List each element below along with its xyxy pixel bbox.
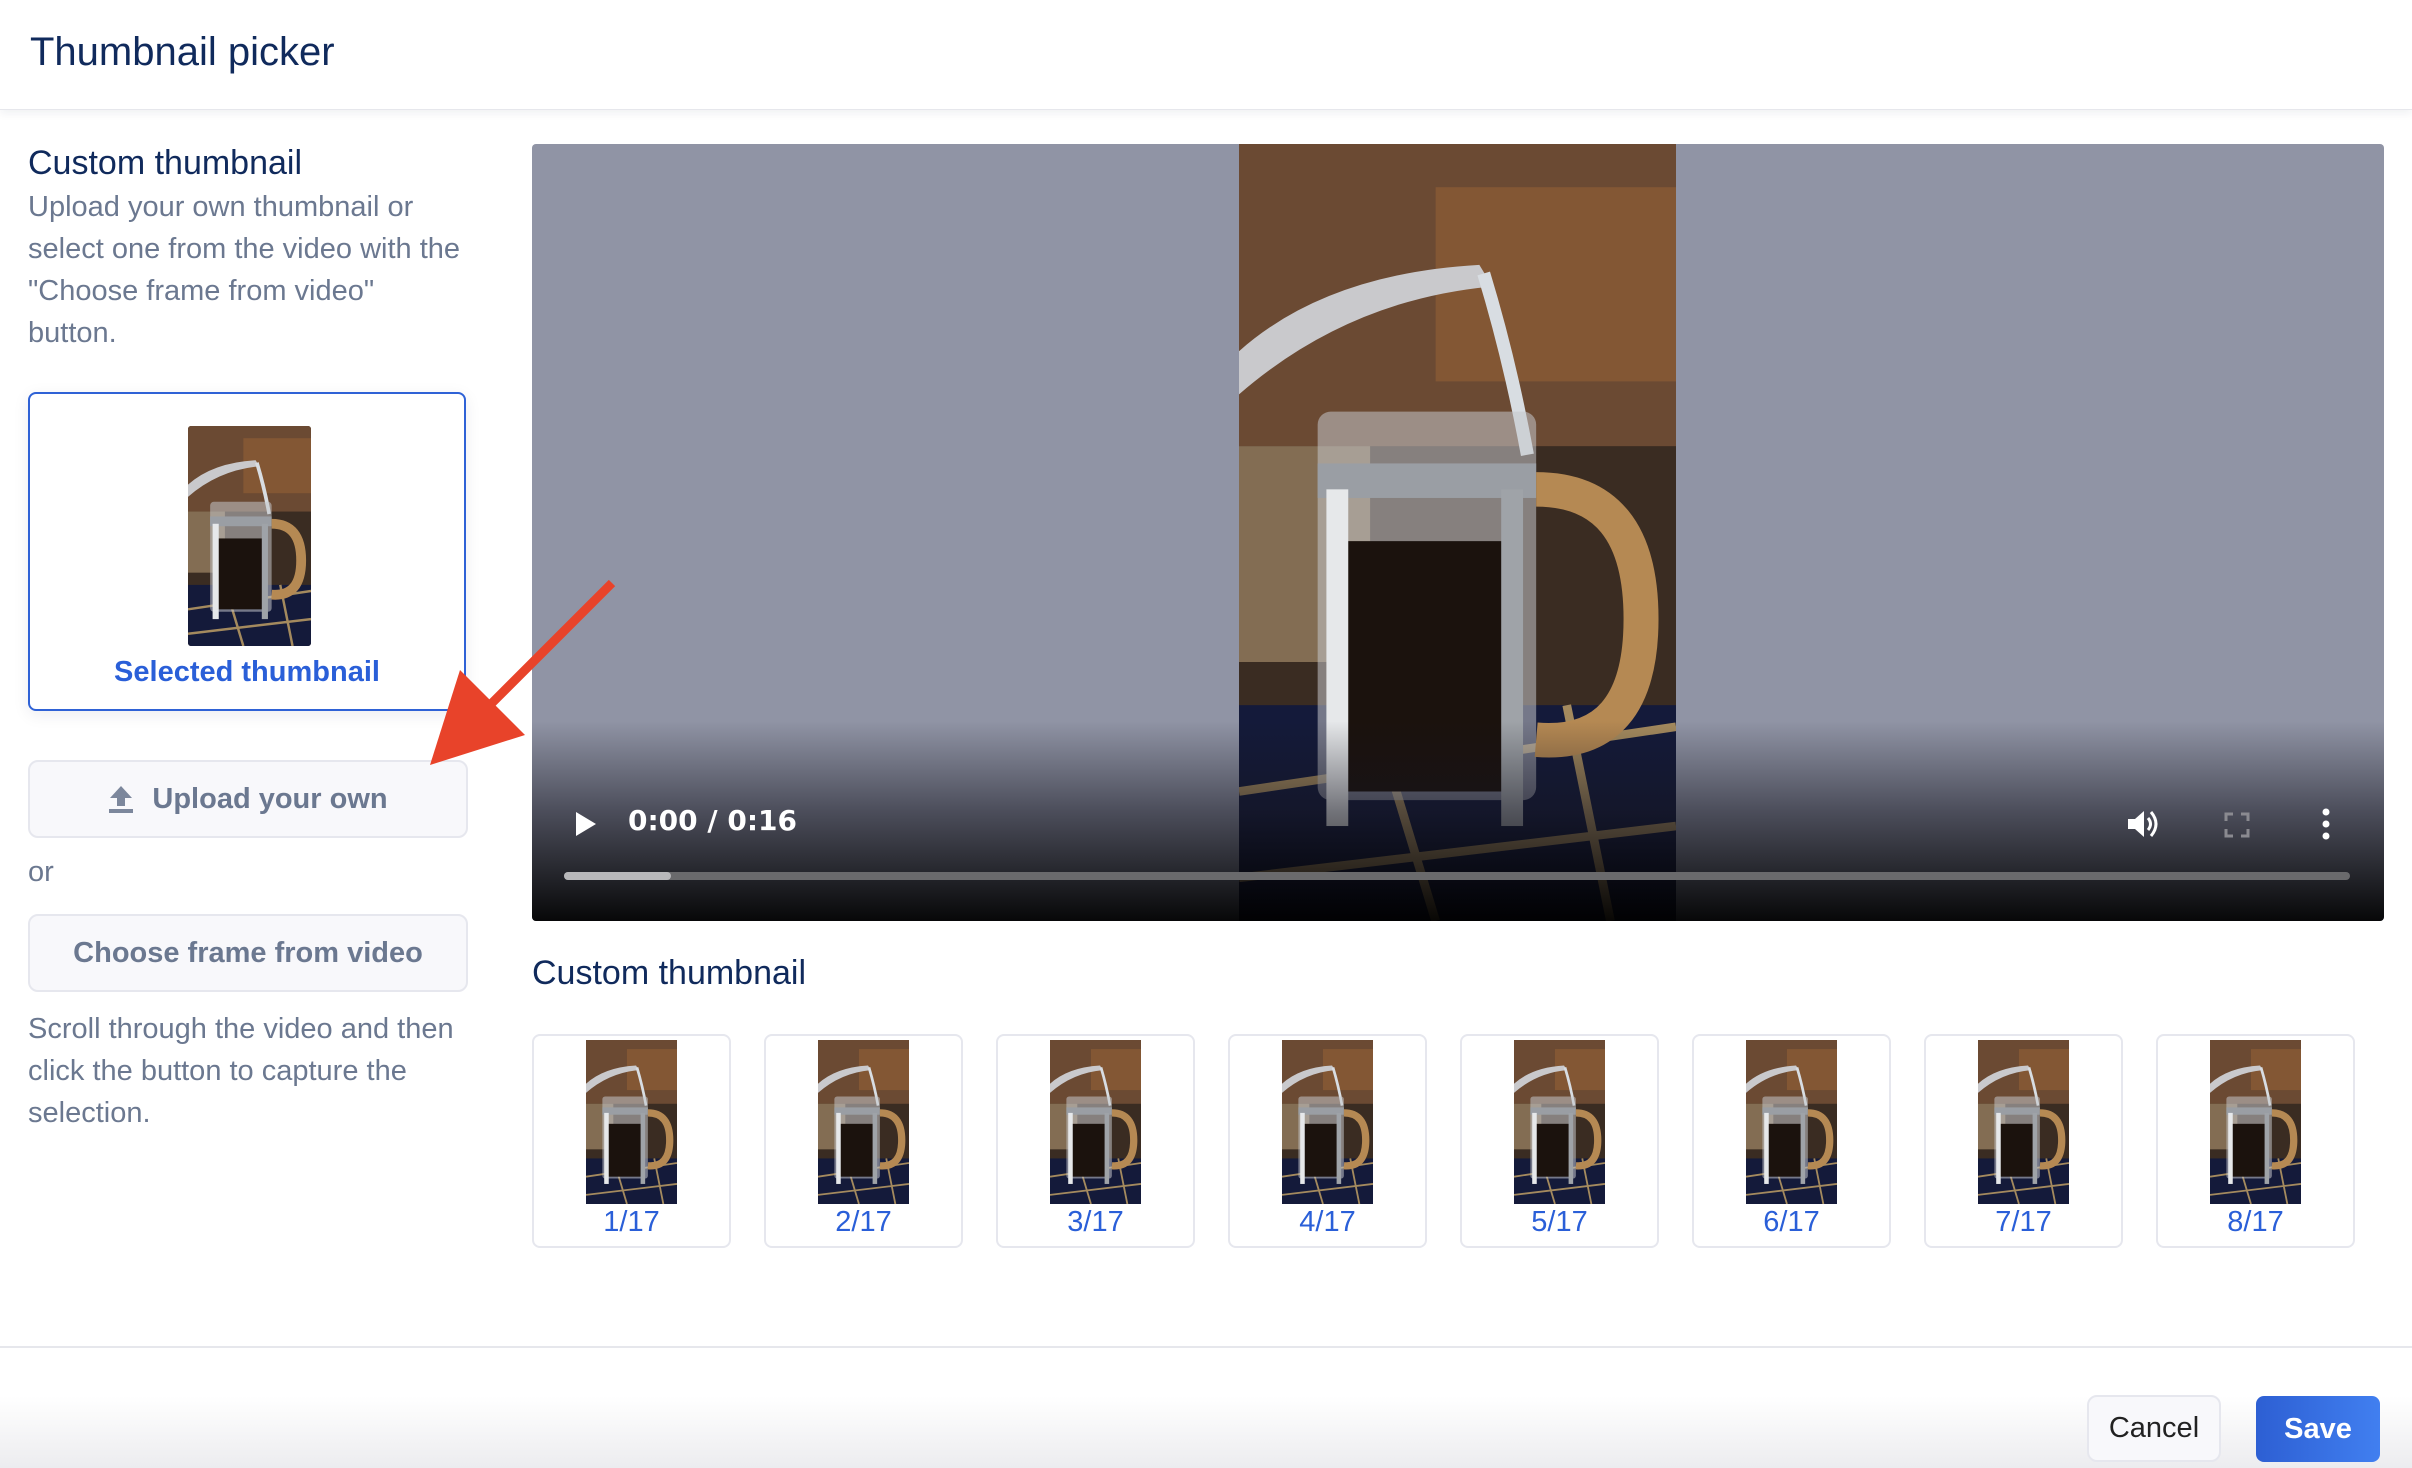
cancel-button[interactable]: Cancel xyxy=(2087,1395,2221,1462)
frame-image xyxy=(2210,1040,2301,1204)
save-button[interactable]: Save xyxy=(2256,1396,2380,1462)
frame-thumbnail[interactable]: 6/17 xyxy=(1692,1034,1891,1248)
or-separator: or xyxy=(28,856,54,888)
dialog-title: Thumbnail picker xyxy=(30,30,335,74)
frame-label: 4/17 xyxy=(1299,1206,1356,1238)
video-progress-fill xyxy=(564,872,672,880)
section-description: Upload your own thumbnail or select one … xyxy=(28,191,461,349)
selected-thumbnail-card[interactable]: Selected thumbnail xyxy=(28,392,466,711)
frame-image xyxy=(1746,1040,1837,1204)
frame-thumbnail[interactable]: 8/17 xyxy=(2156,1034,2355,1248)
section-title: Custom thumbnail xyxy=(28,144,303,182)
frame-label: 7/17 xyxy=(1995,1206,2052,1238)
footer xyxy=(0,1348,2412,1468)
frame-thumbnail[interactable]: 1/17 xyxy=(532,1034,731,1248)
frame-thumbnail[interactable]: 5/17 xyxy=(1460,1034,1659,1248)
frame-label: 3/17 xyxy=(1067,1206,1124,1238)
frame-label: 1/17 xyxy=(603,1206,660,1238)
upload-button-label: Upload your own xyxy=(152,782,388,815)
frame-strip: 1/17 2/17 3/17 4/17 5/17 6/17 7/17 8/17 xyxy=(532,1034,2355,1248)
frame-label: 8/17 xyxy=(2227,1206,2284,1238)
frame-image xyxy=(1514,1040,1605,1204)
frame-image xyxy=(586,1040,677,1204)
upload-your-own-button[interactable]: Upload your own xyxy=(28,760,468,838)
custom-thumbnail-panel: Custom thumbnail Upload your own thumbna… xyxy=(28,140,468,354)
frame-label: 6/17 xyxy=(1763,1206,1820,1238)
upload-icon xyxy=(109,786,134,813)
fullscreen-icon[interactable] xyxy=(2224,812,2250,838)
more-vert-icon[interactable] xyxy=(2320,808,2332,840)
volume-icon[interactable] xyxy=(2126,808,2162,840)
choose-frame-button[interactable]: Choose frame from video xyxy=(28,914,468,992)
frame-thumbnail[interactable]: 3/17 xyxy=(996,1034,1195,1248)
choose-frame-label: Choose frame from video xyxy=(73,936,423,969)
frame-image xyxy=(818,1040,909,1204)
frame-image xyxy=(1978,1040,2069,1204)
frame-thumbnail[interactable]: 2/17 xyxy=(764,1034,963,1248)
selected-thumbnail-label: Selected thumbnail xyxy=(114,656,380,688)
video-player[interactable]: 0:00 / 0:16 xyxy=(532,144,2384,921)
frame-image xyxy=(1282,1040,1373,1204)
frame-thumbnail[interactable]: 4/17 xyxy=(1228,1034,1427,1248)
footer-divider xyxy=(0,1346,2412,1348)
frames-title: Custom thumbnail xyxy=(532,954,807,992)
video-progress-bar[interactable] xyxy=(564,872,2350,880)
choose-frame-help: Scroll through the video and then click … xyxy=(28,1013,454,1129)
play-icon[interactable] xyxy=(574,810,598,838)
dialog-header: Thumbnail picker xyxy=(0,0,2412,110)
video-time: 0:00 / 0:16 xyxy=(628,804,798,837)
frame-image xyxy=(1050,1040,1141,1204)
frame-label: 5/17 xyxy=(1531,1206,1588,1238)
frame-thumbnail[interactable]: 7/17 xyxy=(1924,1034,2123,1248)
selected-thumbnail-image xyxy=(188,426,311,646)
frame-label: 2/17 xyxy=(835,1206,892,1238)
controls-gradient xyxy=(532,721,2384,921)
